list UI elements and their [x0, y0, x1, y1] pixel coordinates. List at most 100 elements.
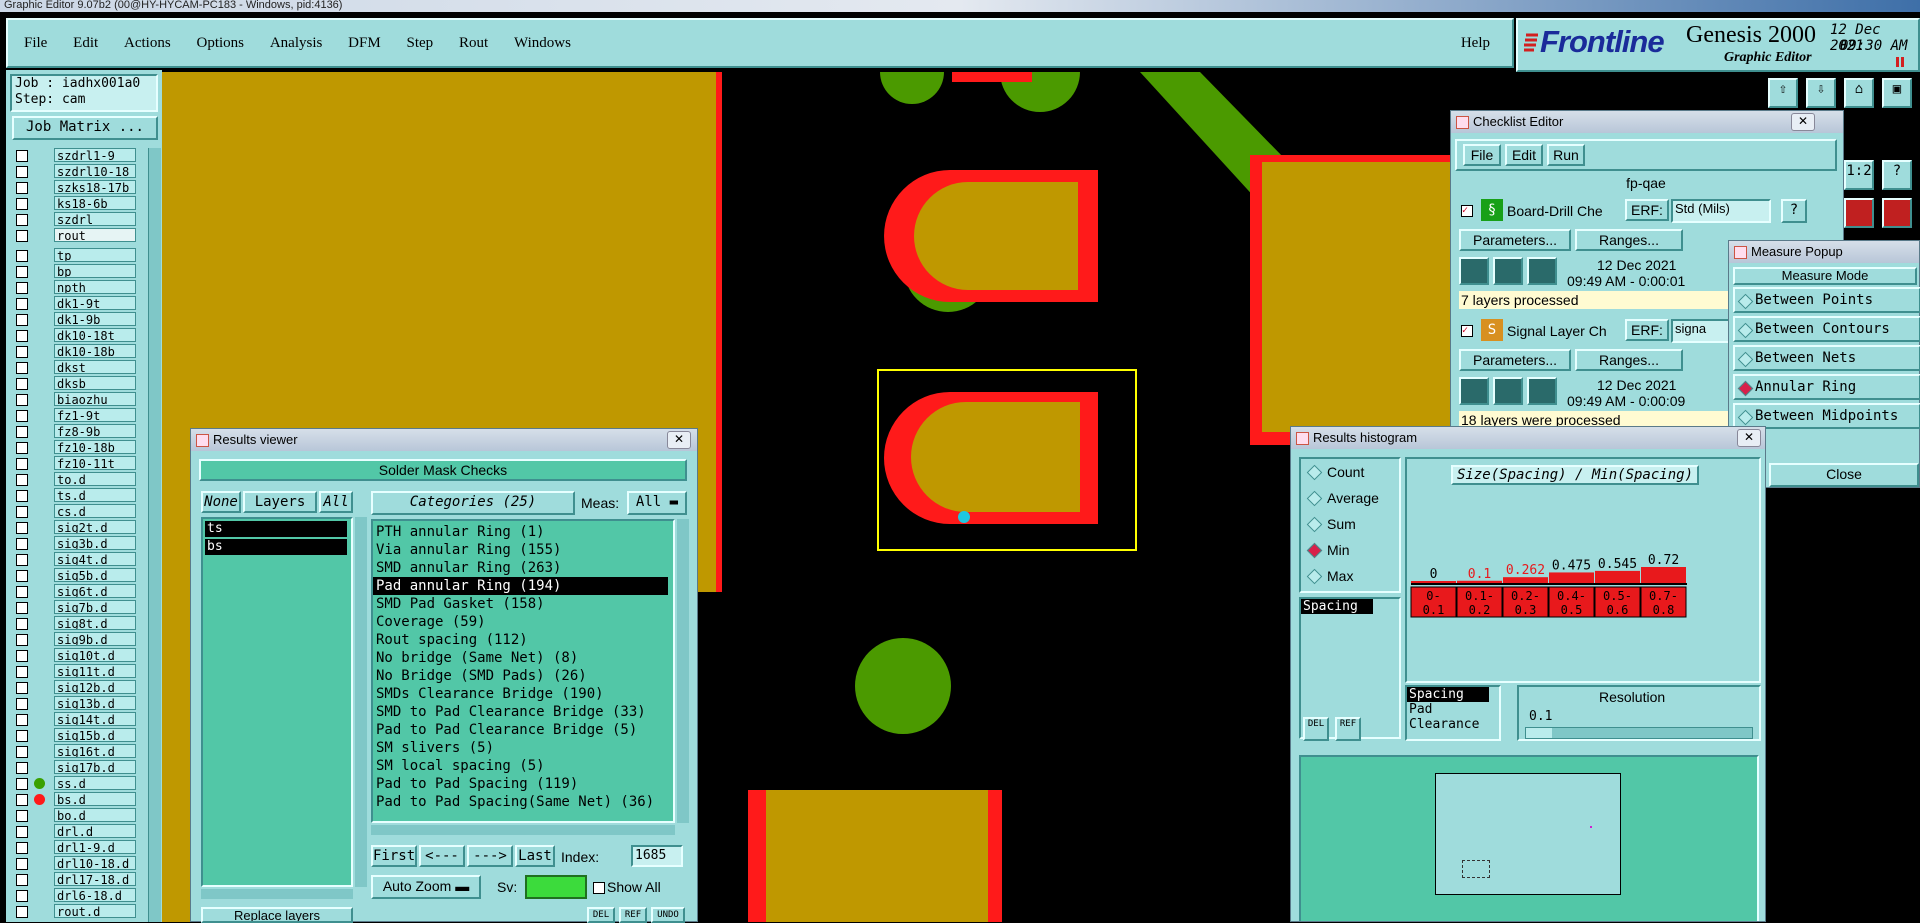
layer-checkbox[interactable]: [16, 266, 28, 278]
layer-item[interactable]: sig16t.d: [54, 744, 136, 758]
category-item[interactable]: Coverage (59): [373, 613, 668, 631]
category-item[interactable]: Pad annular Ring (194): [373, 577, 668, 595]
meas-dropdown[interactable]: All ▬: [627, 491, 687, 515]
category-item[interactable]: Pad to Pad Clearance Bridge (5): [373, 721, 668, 739]
category-item[interactable]: Pad to Pad Spacing (119): [373, 775, 668, 793]
layer-item[interactable]: sig10t.d: [54, 648, 136, 662]
measure-close-button[interactable]: Close: [1769, 463, 1919, 487]
checklist-menu-edit[interactable]: Edit: [1505, 144, 1543, 166]
ranges-button[interactable]: Ranges...: [1575, 229, 1683, 251]
layer-checkbox[interactable]: [16, 762, 28, 774]
layer-checkbox[interactable]: [16, 298, 28, 310]
layer-item[interactable]: szdrl: [54, 212, 136, 226]
layer-checkbox[interactable]: [16, 778, 28, 790]
layer-item[interactable]: rout: [54, 228, 136, 242]
net-icon-2[interactable]: [1882, 198, 1912, 228]
category-item[interactable]: Rout spacing (112): [373, 631, 668, 649]
check-name[interactable]: Signal Layer Ch: [1507, 323, 1607, 339]
run-icon-2[interactable]: [1493, 257, 1523, 285]
category-item[interactable]: PTH annular Ring (1): [373, 523, 668, 541]
layer-checkbox[interactable]: [16, 182, 28, 194]
layer-item[interactable]: drl1-9.d: [54, 840, 136, 854]
erf-button[interactable]: ERF:: [1625, 199, 1669, 221]
layer-item[interactable]: drl10-18.d: [54, 856, 136, 870]
hist-option[interactable]: Sum: [1301, 511, 1399, 537]
list-item[interactable]: Clearance: [1407, 717, 1499, 732]
layer-item[interactable]: biaozhu: [54, 392, 136, 406]
show-all-checkbox[interactable]: [593, 882, 605, 894]
hist-option[interactable]: Min: [1301, 537, 1399, 563]
layer-item[interactable]: sig13b.d: [54, 696, 136, 710]
ranges-button[interactable]: Ranges...: [1575, 349, 1683, 371]
layer-item[interactable]: fz8-9b: [54, 424, 136, 438]
layer-item[interactable]: rout.d: [54, 904, 136, 918]
layer-item[interactable]: sig15b.d: [54, 728, 136, 742]
layer-item[interactable]: drl.d: [54, 824, 136, 838]
layer-item[interactable]: dk10-18b: [54, 344, 136, 358]
net-icon[interactable]: [1844, 198, 1874, 228]
checklist-menu-run[interactable]: Run: [1547, 144, 1585, 166]
layer-checkbox[interactable]: [16, 554, 28, 566]
layer-checkbox[interactable]: [16, 618, 28, 630]
resolution-slider[interactable]: [1525, 727, 1753, 739]
category-item[interactable]: SM local spacing (5): [373, 757, 668, 775]
layer-item[interactable]: sig2t.d: [54, 520, 136, 534]
layer-checkbox[interactable]: [16, 730, 28, 742]
erf-button[interactable]: ERF:: [1625, 319, 1669, 341]
layer-checkbox[interactable]: [16, 714, 28, 726]
layer-checkbox[interactable]: [16, 570, 28, 582]
layer-item[interactable]: drl17-18.d: [54, 872, 136, 886]
layer-checkbox[interactable]: [16, 634, 28, 646]
layer-item[interactable]: sig6t.d: [54, 584, 136, 598]
hist-option[interactable]: Max: [1301, 563, 1399, 589]
layer-item[interactable]: dk10-18t: [54, 328, 136, 342]
layer-checkbox[interactable]: [16, 682, 28, 694]
slider-handle[interactable]: [1526, 728, 1552, 738]
layer-item[interactable]: sig4t.d: [54, 552, 136, 566]
toolbar-icon-1[interactable]: ⇧: [1768, 78, 1798, 108]
item-check-icon[interactable]: ✓: [1461, 325, 1473, 337]
layer-checkbox[interactable]: [16, 746, 28, 758]
layer-item[interactable]: fz10-11t: [54, 456, 136, 470]
layer-checkbox[interactable]: [16, 602, 28, 614]
layer-checkbox[interactable]: [16, 474, 28, 486]
layer-item[interactable]: bo.d: [54, 808, 136, 822]
layer-item[interactable]: bs.d: [54, 792, 136, 806]
layer-checkbox[interactable]: [16, 198, 28, 210]
layer-item[interactable]: fz1-9t: [54, 408, 136, 422]
layer-item[interactable]: sig7b.d: [54, 600, 136, 614]
layers-button[interactable]: Layers: [243, 491, 317, 513]
layer-list-hscroll[interactable]: [201, 889, 353, 899]
layer-item[interactable]: sig14t.d: [54, 712, 136, 726]
list-item[interactable]: Spacing: [1407, 687, 1489, 702]
layer-checkbox[interactable]: [16, 394, 28, 406]
hist-del-button[interactable]: DEL: [1303, 717, 1329, 741]
toolbar-icon-2[interactable]: ⇩: [1806, 78, 1836, 108]
layer-item[interactable]: sig3b.d: [54, 536, 136, 550]
measure-mode-item[interactable]: Between Points: [1733, 287, 1920, 313]
hist-option[interactable]: Count: [1301, 459, 1399, 485]
layer-item[interactable]: szks18-17b: [54, 180, 136, 194]
layer-checkbox[interactable]: [16, 314, 28, 326]
layer-checkbox[interactable]: [16, 426, 28, 438]
layer-item[interactable]: sig11t.d: [54, 664, 136, 678]
item-check-icon[interactable]: ✓: [1461, 205, 1473, 217]
layer-checkbox[interactable]: [16, 362, 28, 374]
hist-option[interactable]: Average: [1301, 485, 1399, 511]
index-input[interactable]: 1685: [631, 845, 683, 867]
layer-checkbox[interactable]: [16, 214, 28, 226]
menu-step[interactable]: Step: [407, 35, 434, 51]
layer-checkbox[interactable]: [16, 906, 28, 918]
histogram-bar[interactable]: [1549, 572, 1594, 583]
home-icon[interactable]: ⌂: [1844, 78, 1874, 108]
list-item[interactable]: Spacing: [1301, 599, 1373, 614]
layer-checkbox[interactable]: [16, 874, 28, 886]
measure-mode-item[interactable]: Between Nets: [1733, 345, 1920, 371]
list-item[interactable]: Pad: [1407, 702, 1499, 717]
category-item[interactable]: SMD annular Ring (263): [373, 559, 668, 577]
layer-checkbox[interactable]: [16, 522, 28, 534]
layer-list-scrollbar[interactable]: [355, 517, 367, 887]
layer-item[interactable]: sig9b.d: [54, 632, 136, 646]
layer-item[interactable]: ks18-6b: [54, 196, 136, 210]
next-button[interactable]: --->: [467, 845, 513, 867]
